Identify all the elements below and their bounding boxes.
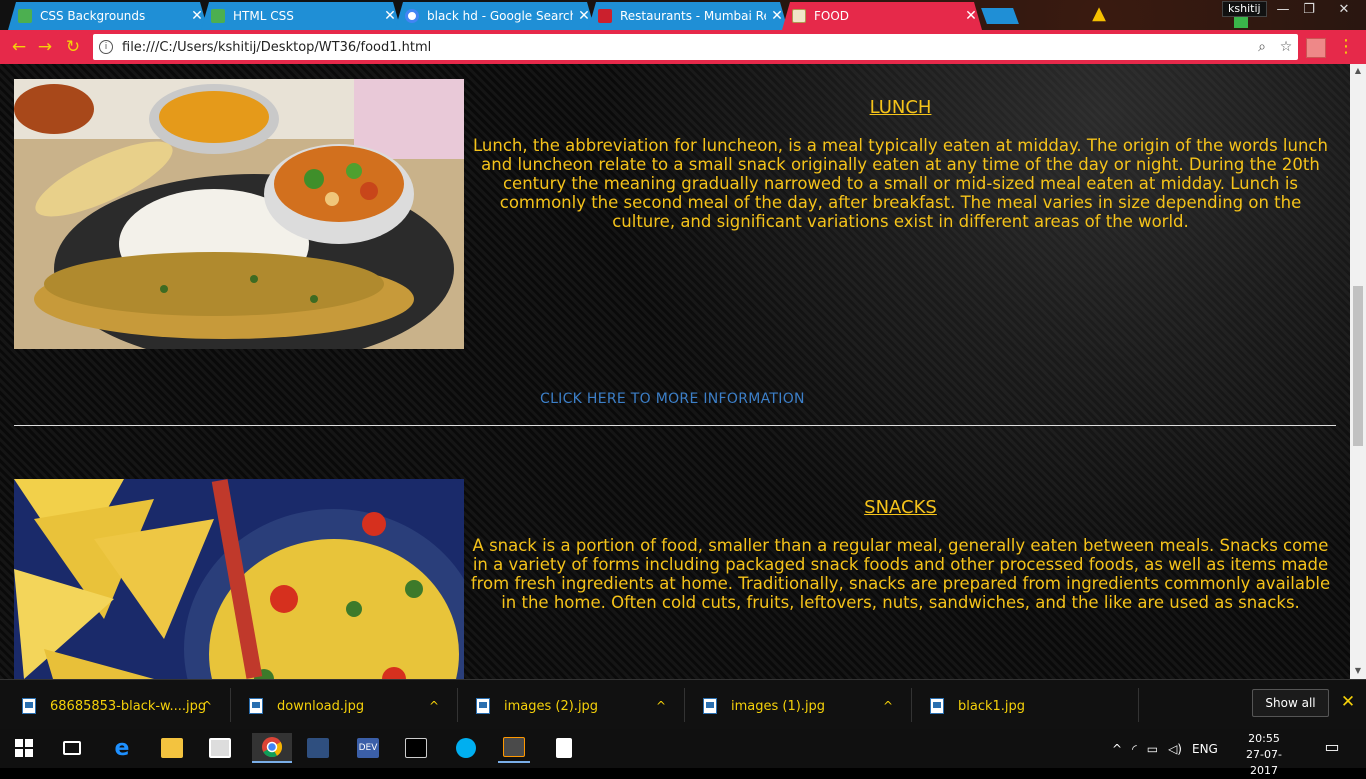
tab-title: FOOD <box>814 9 850 23</box>
download-item[interactable]: images (1).jpg ^ <box>703 688 893 724</box>
download-filename: download.jpg <box>277 698 365 714</box>
separator <box>911 688 912 722</box>
download-filename: black1.jpg <box>958 698 1026 714</box>
tab-title: Restaurants - Mumbai Restaurants <box>620 9 764 23</box>
sublime-text-icon[interactable] <box>498 733 530 763</box>
back-arrow-icon[interactable]: ← <box>8 36 30 58</box>
tab-restaurants[interactable]: Restaurants - Mumbai Restaurants ✕ <box>588 2 788 30</box>
tab-title: CSS Backgrounds <box>40 9 146 23</box>
task-view-icon[interactable] <box>56 733 88 763</box>
chrome-icon[interactable] <box>252 733 292 763</box>
download-item[interactable]: images (2).jpg ^ <box>476 688 666 724</box>
tab-html-css[interactable]: HTML CSS ✕ <box>201 2 401 30</box>
tab-close-icon[interactable]: ✕ <box>960 8 982 24</box>
tab-css-backgrounds[interactable]: CSS Backgrounds ✕ <box>8 2 208 30</box>
w3schools-icon <box>18 9 32 23</box>
image-file-icon <box>703 698 717 714</box>
download-item[interactable]: download.jpg ^ <box>249 688 439 724</box>
edge-browser-icon[interactable]: e <box>106 733 138 763</box>
profile-avatar-icon <box>1234 17 1248 28</box>
separator <box>1138 688 1139 722</box>
address-bar[interactable]: i file:///C:/Users/kshitij/Desktop/WT36/… <box>93 34 1298 60</box>
clock[interactable]: 20:55 27-07-2017 <box>1240 731 1288 779</box>
sql-app-icon[interactable] <box>302 733 334 763</box>
w3schools-icon <box>211 9 225 23</box>
language-indicator[interactable]: ENG <box>1192 742 1218 756</box>
image-file-icon <box>476 698 490 714</box>
tab-food[interactable]: FOOD ✕ <box>782 2 982 30</box>
download-filename: 68685853-black-w....jpg <box>50 698 207 714</box>
section-divider <box>14 425 1336 426</box>
store-icon[interactable] <box>204 733 236 763</box>
page-viewport: LUNCH Lunch, the abbreviation for lunche… <box>0 64 1350 679</box>
notepad-icon[interactable] <box>548 733 580 763</box>
download-filename: images (2).jpg <box>504 698 599 714</box>
separator <box>230 688 231 722</box>
zoom-search-icon[interactable]: ⌕ <box>1250 39 1274 55</box>
chevron-up-icon[interactable]: ^ <box>429 699 439 713</box>
profile-button[interactable]: kshitij <box>1222 1 1267 17</box>
chevron-up-icon[interactable]: ^ <box>883 699 893 713</box>
command-prompt-icon[interactable] <box>400 733 432 763</box>
flame-logo-icon: ▲ <box>1092 3 1106 24</box>
windows-taskbar: e DEV ^ ◜ ▭ ◁) ENG 20:55 27-07-2017 ▭ <box>0 729 1366 777</box>
tab-google-search[interactable]: black hd - Google Search ✕ <box>395 2 595 30</box>
tab-title: HTML CSS <box>233 9 294 23</box>
browser-titlebar: CSS Backgrounds ✕ HTML CSS ✕ black hd - … <box>0 0 1366 30</box>
lunch-description: Lunch, the abbreviation for luncheon, is… <box>473 136 1328 231</box>
chevron-up-icon[interactable]: ^ <box>656 699 666 713</box>
system-tray: ^ ◜ ▭ ◁) ENG <box>1112 729 1218 768</box>
vertical-scrollbar[interactable]: ▲ ▼ <box>1350 64 1366 679</box>
reload-icon[interactable]: ↻ <box>62 36 84 58</box>
dev-cpp-icon[interactable]: DEV <box>352 733 384 763</box>
snacks-nachos-corn-image <box>14 479 464 679</box>
download-filename: images (1).jpg <box>731 698 826 714</box>
image-file-icon <box>22 698 36 714</box>
close-downloads-icon[interactable]: ✕ <box>1338 692 1358 712</box>
info-icon[interactable]: i <box>99 40 113 54</box>
scroll-down-icon[interactable]: ▼ <box>1350 664 1366 678</box>
extension-icon[interactable] <box>1306 38 1326 58</box>
clock-date: 27-07-2017 <box>1246 748 1282 777</box>
download-item[interactable]: 68685853-black-w....jpg ^ <box>22 688 212 724</box>
browser-toolbar: ← → ↻ i file:///C:/Users/kshitij/Desktop… <box>0 30 1366 64</box>
minimize-icon[interactable]: — <box>1270 0 1296 20</box>
separator <box>684 688 685 722</box>
separator <box>457 688 458 722</box>
clock-time: 20:55 <box>1248 732 1280 745</box>
google-icon <box>405 9 419 23</box>
forward-arrow-icon[interactable]: → <box>34 36 56 58</box>
menu-dots-icon[interactable]: ⋮ <box>1336 36 1356 58</box>
file-explorer-icon[interactable] <box>156 733 188 763</box>
lunch-heading: LUNCH <box>869 97 932 118</box>
snacks-heading: SNACKS <box>864 497 937 518</box>
more-information-link[interactable]: CLICK HERE TO MORE INFORMATION <box>540 391 805 407</box>
restore-icon[interactable]: ❐ <box>1296 0 1322 20</box>
downloads-bar: 68685853-black-w....jpg ^ download.jpg ^… <box>0 679 1366 729</box>
notifications-icon[interactable]: ▭ <box>1320 737 1344 759</box>
window-close-icon[interactable]: ✕ <box>1326 0 1362 20</box>
lunch-thali-image <box>14 79 464 349</box>
scrollbar-thumb[interactable] <box>1353 286 1363 446</box>
show-all-button[interactable]: Show all <box>1252 689 1329 717</box>
battery-icon[interactable]: ▭ <box>1147 742 1158 756</box>
bookmark-star-icon[interactable]: ☆ <box>1274 39 1298 55</box>
wifi-icon[interactable]: ◜ <box>1132 742 1137 756</box>
scroll-up-icon[interactable]: ▲ <box>1350 64 1366 78</box>
volume-icon[interactable]: ◁) <box>1168 742 1182 756</box>
zomato-icon <box>598 9 612 23</box>
image-file-icon <box>249 698 263 714</box>
new-tab-button[interactable] <box>981 8 1019 24</box>
snacks-description: A snack is a portion of food, smaller th… <box>470 536 1331 612</box>
chevron-up-icon[interactable]: ^ <box>202 699 212 713</box>
chevron-up-icon[interactable]: ^ <box>1112 742 1122 756</box>
url-text[interactable]: file:///C:/Users/kshitij/Desktop/WT36/fo… <box>122 40 1250 55</box>
download-item[interactable]: black1.jpg <box>930 688 1025 724</box>
file-icon <box>792 9 806 23</box>
windows-start-icon[interactable] <box>8 733 40 763</box>
image-file-icon <box>930 698 944 714</box>
skype-icon[interactable] <box>450 733 482 763</box>
tab-title: black hd - Google Search <box>427 9 573 23</box>
